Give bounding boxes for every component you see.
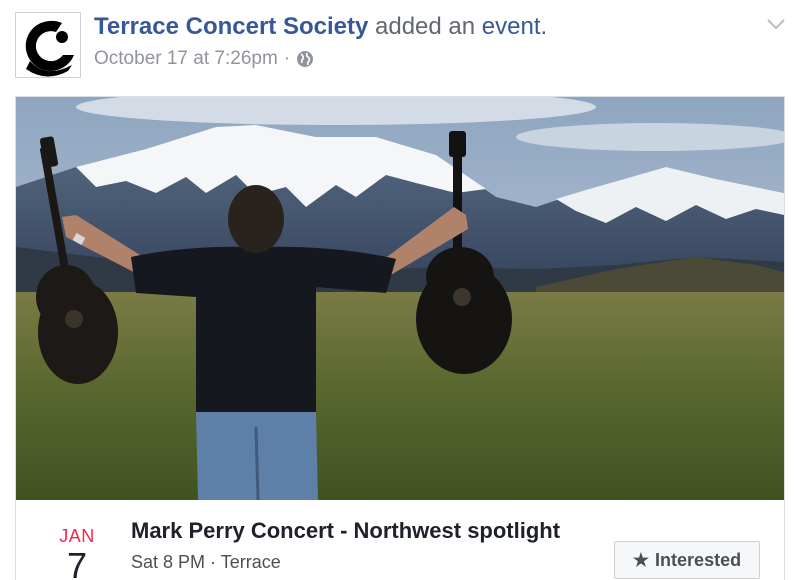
separator: · <box>283 48 291 69</box>
action-text: added an <box>375 13 476 40</box>
interested-label: Interested <box>655 549 742 570</box>
interested-button[interactable]: ★ Interested <box>614 541 760 579</box>
event-title[interactable]: Mark Perry Concert - Northwest spotlight <box>131 518 560 544</box>
event-meta: Sat 8 PM · Terrace <box>131 552 281 572</box>
page-name-link[interactable]: Terrace Concert Society <box>94 13 368 40</box>
event-card: JAN 7 Mark Perry Concert - Northwest spo… <box>15 96 785 580</box>
post-header: Terrace Concert Society added an event. … <box>0 0 800 96</box>
post-timestamp[interactable]: October 17 at 7:26pm <box>94 46 278 72</box>
event-day: 7 <box>66 545 88 580</box>
post-header-line: Terrace Concert Society added an event. <box>94 12 547 42</box>
page-avatar[interactable] <box>15 12 81 78</box>
concert-society-logo <box>16 13 80 77</box>
event-info: JAN 7 Mark Perry Concert - Northwest spo… <box>16 500 784 580</box>
event-link[interactable]: event. <box>482 13 547 40</box>
timestamp-line: October 17 at 7:26pm · <box>94 46 314 72</box>
star-icon: ★ <box>632 549 650 570</box>
event-cover-photo[interactable] <box>16 97 784 500</box>
globe-icon[interactable] <box>296 50 314 68</box>
chevron-down-icon[interactable] <box>764 14 788 34</box>
